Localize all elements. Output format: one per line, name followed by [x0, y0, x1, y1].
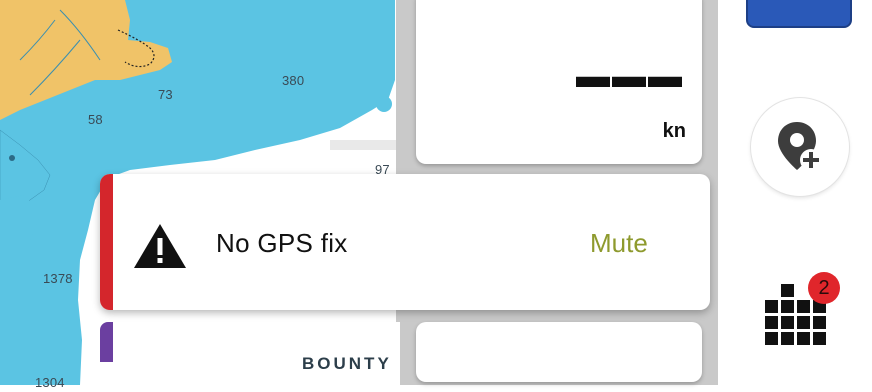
- secondary-alert-card[interactable]: BOUNTY: [100, 322, 400, 392]
- speed-value: ▬▬▬: [576, 57, 684, 95]
- depth-sounding: 1378: [43, 271, 73, 286]
- alarm-message: No GPS fix: [216, 228, 348, 258]
- mute-button[interactable]: Mute: [590, 228, 648, 259]
- place-name-label: BOUNTY: [302, 354, 392, 373]
- depth-sounding: 1304: [35, 375, 65, 390]
- depth-sounding: 380: [282, 73, 305, 88]
- depth-sounding: 73: [158, 87, 173, 102]
- alarm-notification[interactable]: No GPS fix Mute: [100, 174, 710, 310]
- warning-triangle-icon: [134, 224, 186, 268]
- alarm-severity-stripe: [100, 174, 113, 310]
- notification-count-badge: 2: [808, 272, 840, 304]
- add-waypoint-icon: [778, 122, 822, 171]
- add-waypoint-button[interactable]: [751, 98, 849, 196]
- secondary-alert-stripe: [100, 322, 113, 362]
- depth-sounding: 58: [88, 112, 103, 127]
- apps-button[interactable]: 2: [755, 272, 845, 352]
- speed-unit: kn: [662, 120, 686, 142]
- top-menu-button[interactable]: [746, 0, 852, 28]
- speed-data-card[interactable]: ▬▬▬ kn: [416, 0, 702, 164]
- secondary-data-card[interactable]: [416, 322, 702, 382]
